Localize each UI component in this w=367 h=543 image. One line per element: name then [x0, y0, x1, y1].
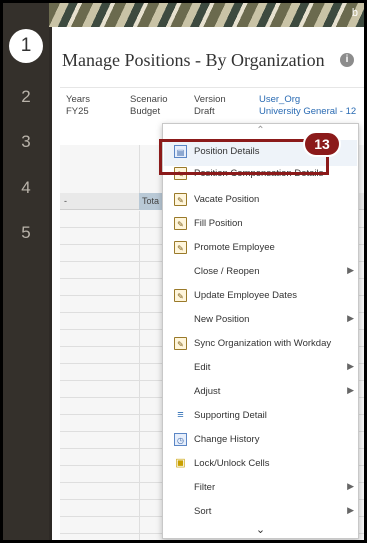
- menu-item-label: Edit: [194, 362, 211, 373]
- grid-header-member[interactable]: -: [64, 196, 67, 206]
- pov-user-org[interactable]: User_Org University General - 12: [259, 94, 356, 118]
- step-1[interactable]: 1: [9, 29, 43, 63]
- form-icon: ✎: [174, 241, 187, 254]
- step-3[interactable]: 3: [3, 132, 49, 152]
- submenu-arrow-icon: ▶: [347, 361, 354, 371]
- form-icon: ✎: [174, 337, 187, 350]
- menu-item-label: Vacate Position: [194, 194, 260, 205]
- step-rail: 1 2 3 4 5: [3, 3, 49, 540]
- submenu-arrow-icon: ▶: [347, 265, 354, 275]
- step-5[interactable]: 5: [3, 223, 49, 243]
- menu-item-edit[interactable]: Edit ▶: [163, 356, 358, 380]
- menu-item-lock-unlock-cells[interactable]: ▣ Lock/Unlock Cells: [163, 452, 358, 476]
- menu-item-sort[interactable]: Sort ▶: [163, 500, 358, 524]
- step-2[interactable]: 2: [3, 87, 49, 107]
- menu-item-label: Sort: [194, 506, 212, 517]
- menu-item-close-reopen[interactable]: Close / Reopen ▶: [163, 260, 358, 284]
- menu-item-label: New Position: [194, 314, 250, 325]
- menu-item-sync-organization[interactable]: ✎ Sync Organization with Workday: [163, 332, 358, 356]
- pov-value: Budget: [130, 106, 161, 117]
- menu-item-label: Adjust: [194, 386, 221, 397]
- supporting-detail-icon: ≡: [177, 409, 184, 421]
- submenu-arrow-icon: ▶: [347, 313, 354, 323]
- menu-item-promote-employee[interactable]: ✎ Promote Employee: [163, 236, 358, 260]
- pov-years[interactable]: Years FY25: [66, 94, 90, 118]
- banner-corner-text: b: [351, 7, 358, 19]
- pov-version[interactable]: Version Draft: [194, 94, 226, 118]
- pov-label: Version: [194, 94, 226, 105]
- step-number-badge: 13: [303, 131, 341, 157]
- scroll-down-icon[interactable]: ⌄: [163, 523, 358, 536]
- menu-item-vacate-position[interactable]: ✎ Vacate Position: [163, 188, 358, 212]
- history-icon: ◷: [174, 433, 187, 446]
- menu-item-change-history[interactable]: ◷ Change History: [163, 428, 358, 452]
- menu-item-update-employee-dates[interactable]: ✎ Update Employee Dates: [163, 284, 358, 308]
- menu-item-label: Sync Organization with Workday: [194, 338, 332, 349]
- submenu-arrow-icon: ▶: [347, 385, 354, 395]
- pov-value: University General - 12: [259, 106, 357, 117]
- pov-scenario[interactable]: Scenario Budget: [130, 94, 168, 118]
- step-4[interactable]: 4: [3, 178, 49, 198]
- page-title: Manage Positions - By Organization: [62, 50, 325, 70]
- submenu-arrow-icon: ▶: [347, 505, 354, 515]
- info-icon[interactable]: i: [340, 53, 354, 67]
- pov-value: FY25: [66, 106, 89, 117]
- submenu-arrow-icon: ▶: [347, 481, 354, 491]
- menu-item-adjust[interactable]: Adjust ▶: [163, 380, 358, 404]
- menu-item-label: Promote Employee: [194, 242, 275, 253]
- menu-item-label: Supporting Detail: [194, 410, 267, 421]
- menu-item-label: Lock/Unlock Cells: [194, 458, 270, 469]
- pov-label: Scenario: [130, 94, 168, 105]
- menu-item-fill-position[interactable]: ✎ Fill Position: [163, 212, 358, 236]
- form-icon: ✎: [174, 289, 187, 302]
- pov-value: Draft: [194, 106, 215, 117]
- menu-item-label: Fill Position: [194, 218, 243, 229]
- context-menu: ⌃ ▤ Position Details ✎ Position Compensa…: [162, 123, 359, 539]
- menu-item-new-position[interactable]: New Position ▶: [163, 308, 358, 332]
- top-banner: b: [49, 3, 364, 27]
- grid-divider: [139, 145, 140, 193]
- menu-item-label: Update Employee Dates: [194, 290, 297, 301]
- pov-label: Years: [66, 94, 90, 105]
- menu-item-supporting-detail[interactable]: ≡ Supporting Detail: [163, 404, 358, 428]
- screenshot-frame: 1 2 3 4 5 b Manage Positions - By Organi…: [3, 3, 364, 540]
- menu-item-label: Filter: [194, 482, 216, 493]
- menu-item-label: Change History: [194, 434, 260, 445]
- pov-label: User_Org: [259, 94, 301, 105]
- menu-item-label: Close / Reopen: [194, 266, 260, 277]
- menu-item-filter[interactable]: Filter ▶: [163, 476, 358, 500]
- form-icon: ✎: [174, 217, 187, 230]
- form-icon: ✎: [174, 193, 187, 206]
- lock-icon: ▣: [175, 457, 186, 469]
